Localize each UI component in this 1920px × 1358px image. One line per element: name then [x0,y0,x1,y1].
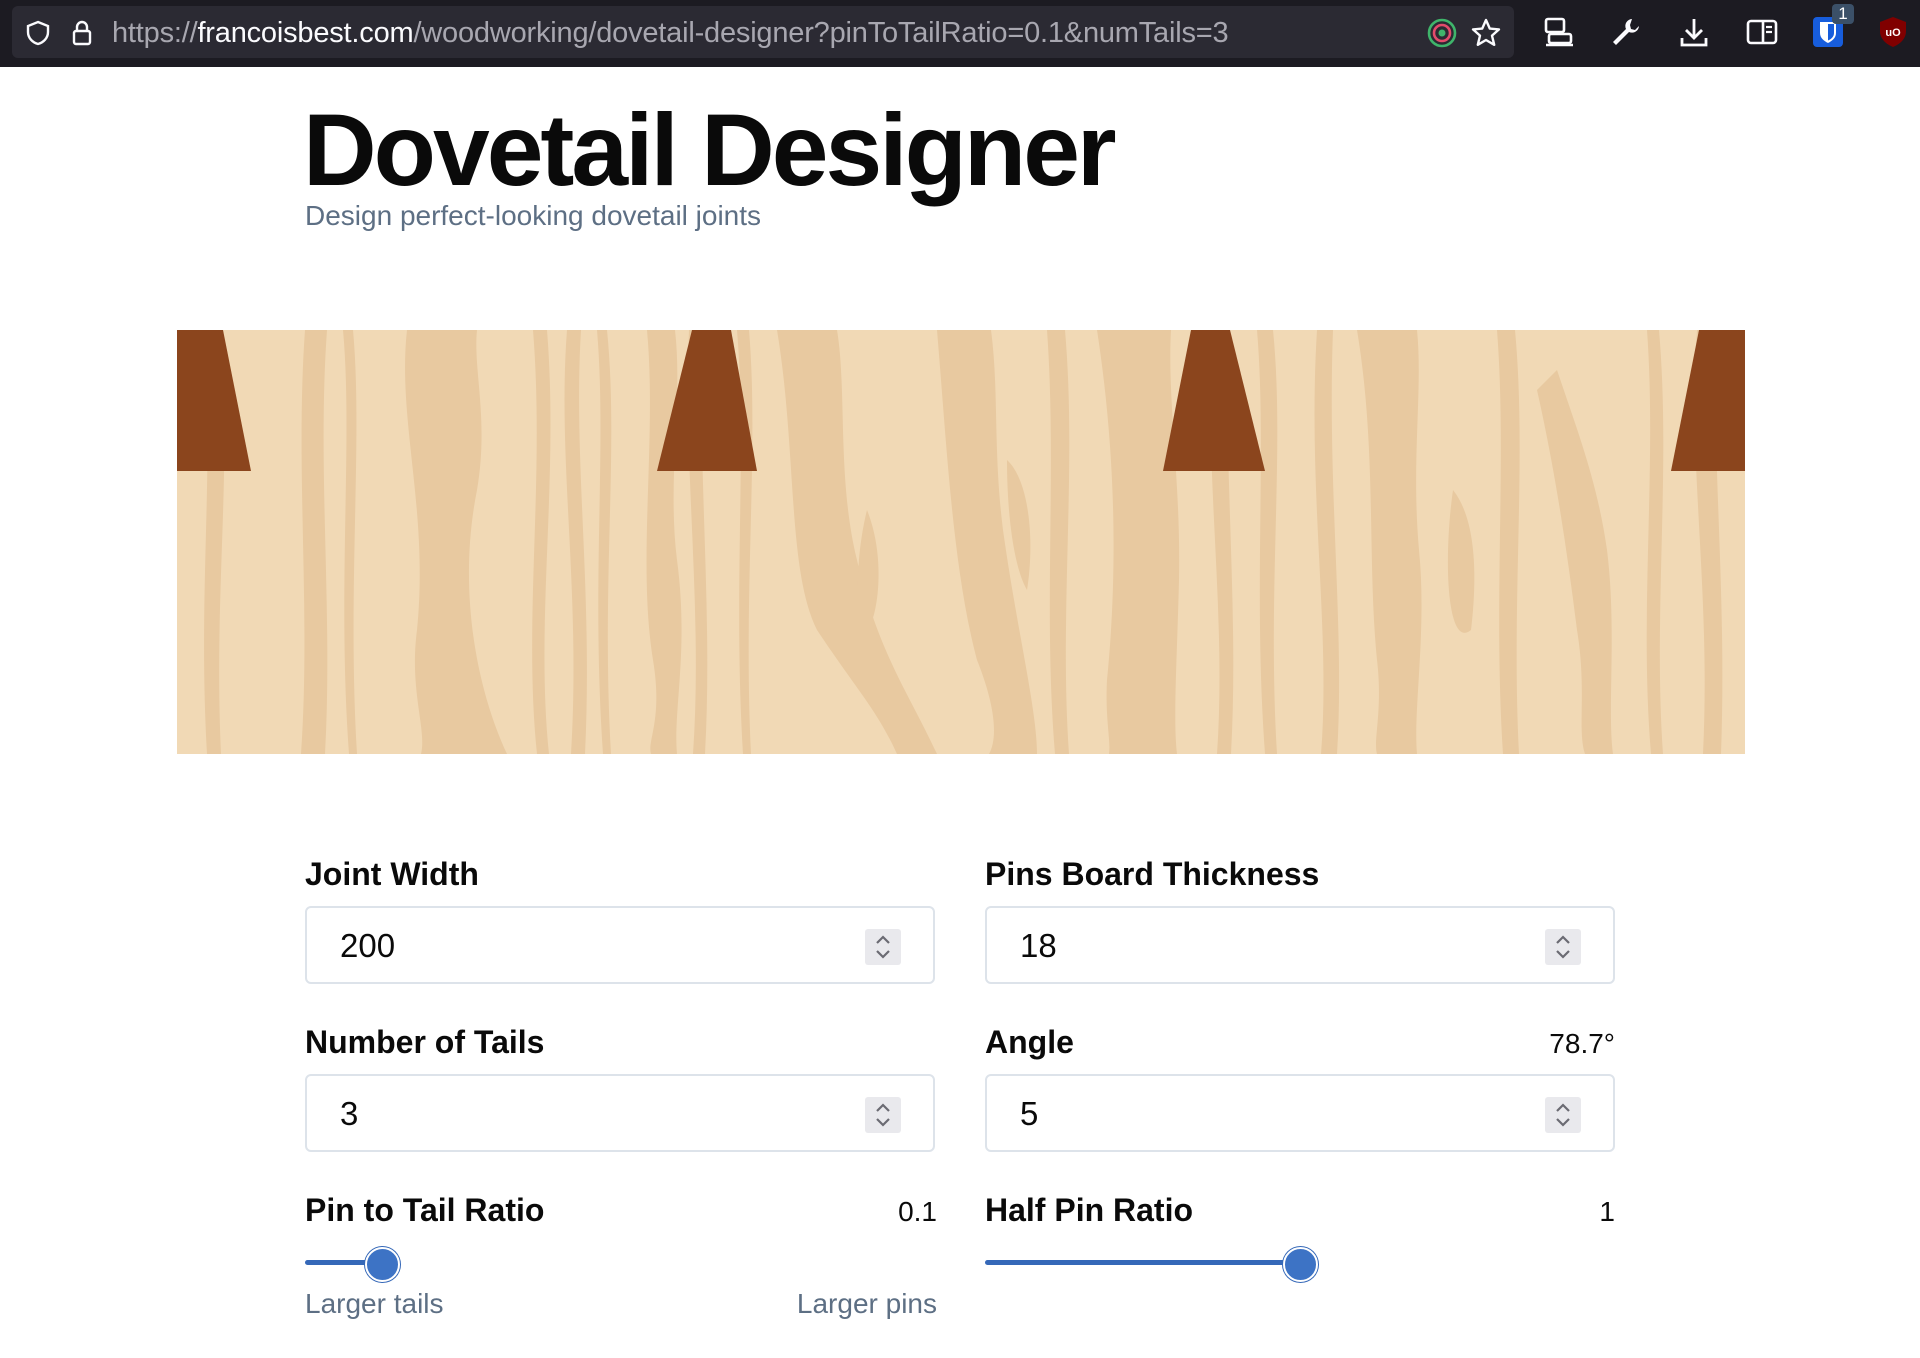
angle-value[interactable]: 5 [1020,1094,1038,1134]
devices-icon[interactable] [1541,14,1577,50]
extension-badge: 1 [1832,4,1854,24]
shield-icon[interactable] [24,19,52,47]
slider-thumb[interactable] [365,1247,400,1282]
pins-board-thickness-label: Pins Board Thickness [985,856,1320,892]
half-pin-ratio-slider[interactable] [985,1242,1615,1282]
joint-width-value[interactable]: 200 [340,926,395,966]
pins-board-thickness-value[interactable]: 18 [1020,926,1057,966]
slider-thumb[interactable] [1283,1247,1318,1282]
address-bar[interactable]: https://francoisbest.com/woodworking/dov… [12,6,1514,58]
svg-text:uO: uO [1885,27,1901,39]
dovetail-preview [177,330,1745,754]
half-pin-ratio-label: Half Pin Ratio [985,1192,1194,1228]
spinner-arrows-icon[interactable] [865,929,901,965]
pin-to-tail-ratio-readout: 0.1 [898,1196,937,1227]
star-icon[interactable] [1470,17,1502,49]
angle-input[interactable]: 5 [985,1074,1615,1152]
ublock-icon[interactable]: uO [1875,14,1911,50]
pin-to-tail-ratio-slider[interactable] [305,1242,935,1282]
spinner-arrows-icon[interactable] [1545,929,1581,965]
joint-width-input[interactable]: 200 [305,906,935,984]
wrench-icon[interactable] [1608,14,1644,50]
spinner-arrows-icon[interactable] [865,1097,901,1133]
pin-to-tail-ratio-label: Pin to Tail Ratio [305,1192,545,1228]
spinner-arrows-icon[interactable] [1545,1097,1581,1133]
reader-icon[interactable] [1744,14,1780,50]
target-icon[interactable] [1427,18,1457,48]
number-of-tails-value[interactable]: 3 [340,1094,358,1134]
url-text[interactable]: https://francoisbest.com/woodworking/dov… [112,19,1229,48]
larger-pins-hint: Larger pins [796,1288,937,1319]
number-of-tails-input[interactable]: 3 [305,1074,935,1152]
larger-tails-hint: Larger tails [305,1288,444,1319]
page-title: Dovetail Designer [303,93,1117,207]
number-of-tails-label: Number of Tails [305,1024,545,1060]
angle-label: Angle [985,1024,1074,1060]
pins-board-thickness-input[interactable]: 18 [985,906,1615,984]
download-icon[interactable] [1676,14,1712,50]
half-pin-ratio-readout: 1 [1599,1196,1615,1227]
angle-readout: 78.7° [1549,1028,1615,1059]
slider-track[interactable] [985,1260,1301,1265]
lock-icon[interactable] [68,19,96,47]
joint-width-label: Joint Width [305,856,479,892]
page-subtitle: Design perfect-looking dovetail joints [305,200,762,231]
browser-toolbar: https://francoisbest.com/woodworking/dov… [0,0,1920,67]
